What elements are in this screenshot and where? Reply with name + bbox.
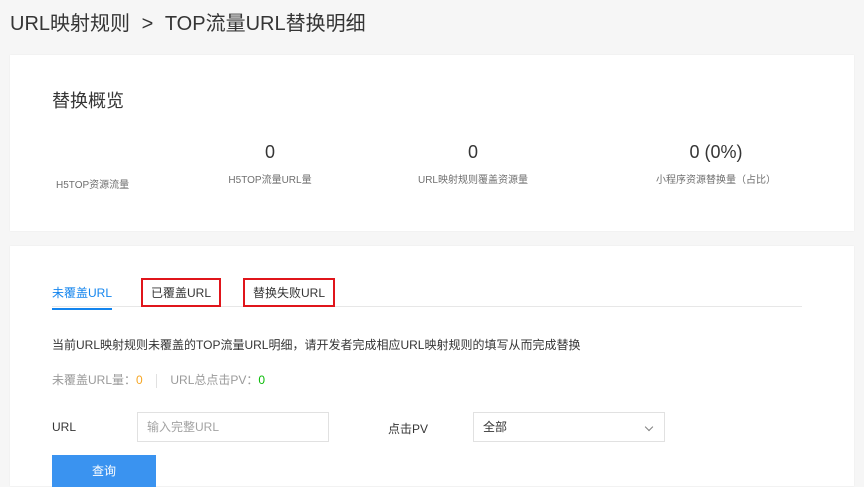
tab-bar: 未覆盖URL 已覆盖URL 替换失败URL xyxy=(52,276,802,310)
breadcrumb: URL映射规则 > TOP流量URL替换明细 xyxy=(10,7,366,36)
uncovered-count-label: 未覆盖URL量： xyxy=(52,373,137,387)
uncovered-count-value: 0 xyxy=(136,373,143,387)
query-button[interactable]: 查询 xyxy=(52,455,156,487)
tab-covered-url[interactable]: 已覆盖URL xyxy=(141,278,222,307)
pv-total-value: 0 xyxy=(258,373,266,387)
stat-h5top-traffic-label: H5TOP资源流量 xyxy=(56,180,130,191)
stat-value: 0 xyxy=(467,142,478,162)
url-input[interactable] xyxy=(137,412,329,442)
detail-card: 未覆盖URL 已覆盖URL 替换失败URL 当前URL映射规则未覆盖的TOP流量… xyxy=(10,246,854,487)
stat-miniprogram-replaced: 0 (0%) 小程序资源替换量（占比） xyxy=(636,142,796,186)
stat-value: 0 (0%) xyxy=(689,142,743,162)
description-text: 当前URL映射规则未覆盖的TOP流量URL明细，请开发者完成相应URL映射规则的… xyxy=(52,338,581,352)
pv-select-value: 全部 xyxy=(483,420,508,434)
pv-field-label: 点击PV xyxy=(388,422,429,436)
stat-label: H5TOP流量URL量 xyxy=(228,175,312,186)
tab-failed-url[interactable]: 替换失败URL xyxy=(243,278,336,307)
stat-rule-covered-count: 0 URL映射规则覆盖资源量 xyxy=(398,142,548,186)
url-field-label: URL xyxy=(52,420,77,434)
breadcrumb-separator: > xyxy=(141,13,154,35)
stat-label: URL映射规则覆盖资源量 xyxy=(417,175,528,186)
chevron-down-icon xyxy=(644,422,654,432)
pv-total-label: URL总点击PV： xyxy=(170,373,259,387)
overview-card: 替换概览 H5TOP资源流量 0 H5TOP流量URL量 0 URL映射规则覆盖… xyxy=(10,55,854,231)
counts-summary: 未覆盖URL量：0 URL总点击PV：0 xyxy=(52,371,265,388)
stat-h5top-url-count: 0 H5TOP流量URL量 xyxy=(225,142,315,186)
overview-title: 替换概览 xyxy=(52,91,124,111)
stat-value: 0 xyxy=(264,142,275,162)
breadcrumb-parent[interactable]: URL映射规则 xyxy=(10,13,130,35)
stat-label: 小程序资源替换量（占比） xyxy=(656,175,776,186)
tab-uncovered-url[interactable]: 未覆盖URL xyxy=(52,284,113,310)
pv-select[interactable]: 全部 xyxy=(473,412,665,442)
divider xyxy=(156,373,158,388)
breadcrumb-current: TOP流量URL替换明细 xyxy=(164,13,366,35)
